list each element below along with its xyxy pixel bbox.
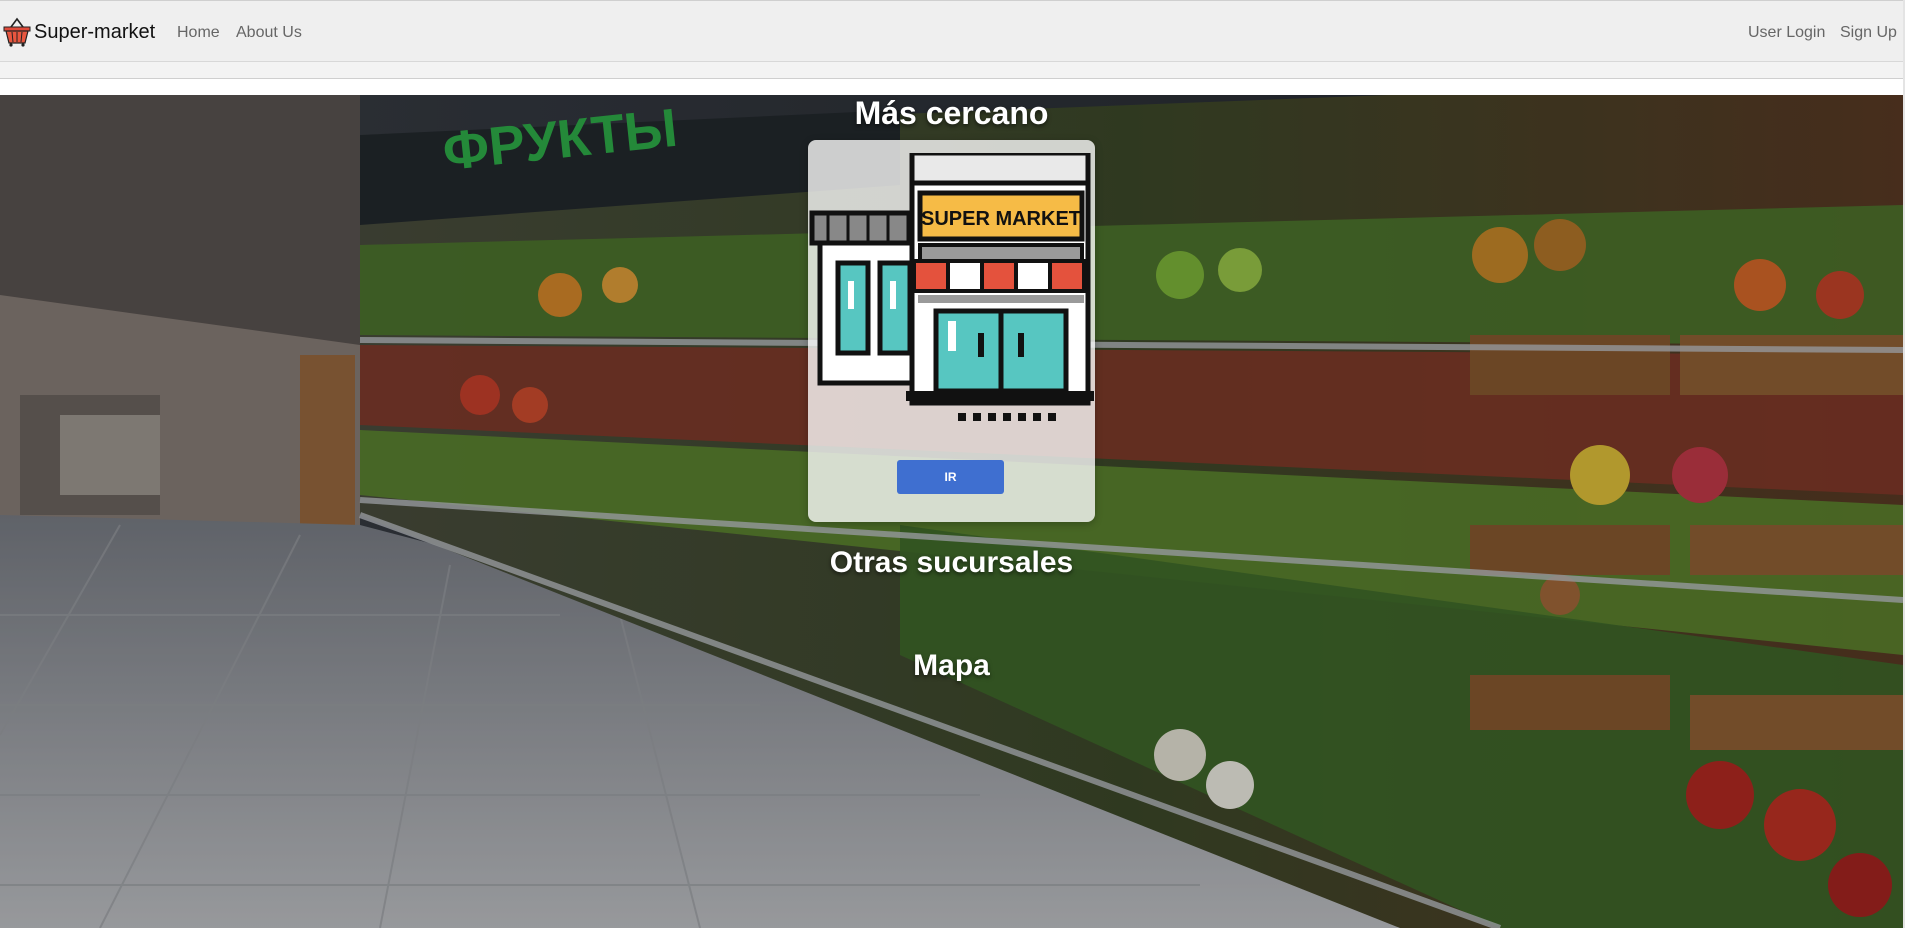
nav-link-user-login[interactable]: User Login xyxy=(1748,23,1825,43)
shopping-basket-icon xyxy=(3,17,31,47)
nav-link-sign-up[interactable]: Sign Up xyxy=(1840,23,1897,43)
nearest-branch-card: SUPER MARKET IR xyxy=(808,140,1095,522)
other-branches-heading: Otras sucursales xyxy=(829,546,1074,579)
brand[interactable]: Super-market xyxy=(3,17,155,47)
nav-link-home[interactable]: Home xyxy=(177,23,220,43)
go-button[interactable]: IR xyxy=(897,460,1004,494)
top-navbar: Super-market Home About Us User Login Si… xyxy=(0,0,1903,62)
nearest-branch-heading: Más cercano xyxy=(854,95,1049,131)
supermarket-storefront-icon: SUPER MARKET xyxy=(808,150,1095,423)
nav-link-about-us[interactable]: About Us xyxy=(236,23,302,43)
map-heading: Mapa xyxy=(913,649,990,682)
brand-name: Super-market xyxy=(34,21,156,43)
storefront-sign-text: SUPER MARKET xyxy=(921,208,1081,230)
navbar-divider-strip xyxy=(0,62,1903,79)
